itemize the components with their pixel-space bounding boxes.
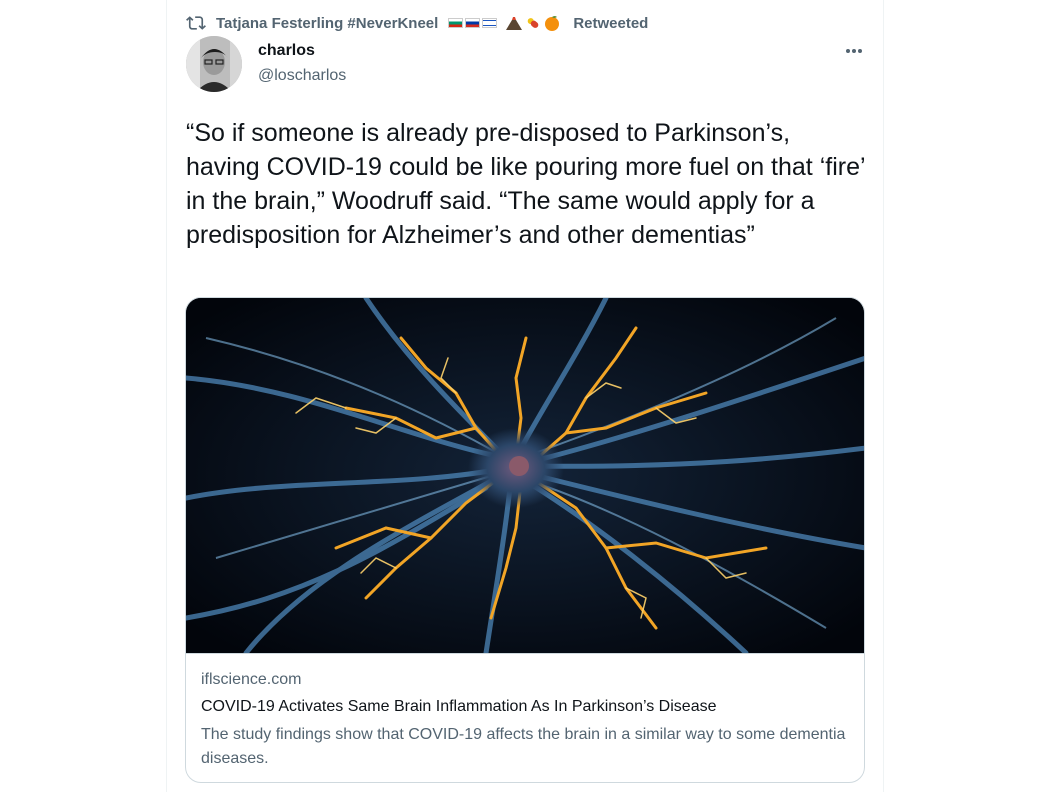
- card-image[interactable]: [186, 298, 864, 653]
- profile-emojis: [448, 14, 561, 32]
- israeli-flag-icon: [482, 18, 498, 28]
- retweet-context[interactable]: Tatjana Festerling #NeverKneel Retweeted: [186, 12, 648, 34]
- card-domain: iflscience.com: [201, 671, 302, 688]
- more-options-icon[interactable]: [843, 40, 865, 62]
- bulgarian-flag-icon: [448, 18, 464, 28]
- russian-flag-icon: [465, 18, 481, 28]
- retweet-icon: [186, 16, 206, 30]
- retweeter-name[interactable]: Tatjana Festerling #NeverKneel: [216, 15, 438, 32]
- retweeted-label: Retweeted: [573, 14, 649, 32]
- orange-icon: [545, 16, 560, 31]
- author-handle[interactable]: @loscharlos: [258, 67, 346, 85]
- pill-icon: [528, 18, 539, 28]
- author-name[interactable]: charlos: [258, 42, 315, 60]
- card-body[interactable]: iflscience.com COVID-19 Activates Same B…: [186, 653, 864, 771]
- volcano-icon: [506, 17, 523, 30]
- tweet-text: “So if someone is already pre-disposed t…: [186, 119, 865, 249]
- card-title[interactable]: COVID-19 Activates Same Brain Inflammati…: [201, 697, 851, 717]
- avatar[interactable]: [186, 36, 242, 92]
- card-description: The study findings show that COVID-19 af…: [201, 726, 846, 767]
- link-card[interactable]: iflscience.com COVID-19 Activates Same B…: [185, 297, 865, 783]
